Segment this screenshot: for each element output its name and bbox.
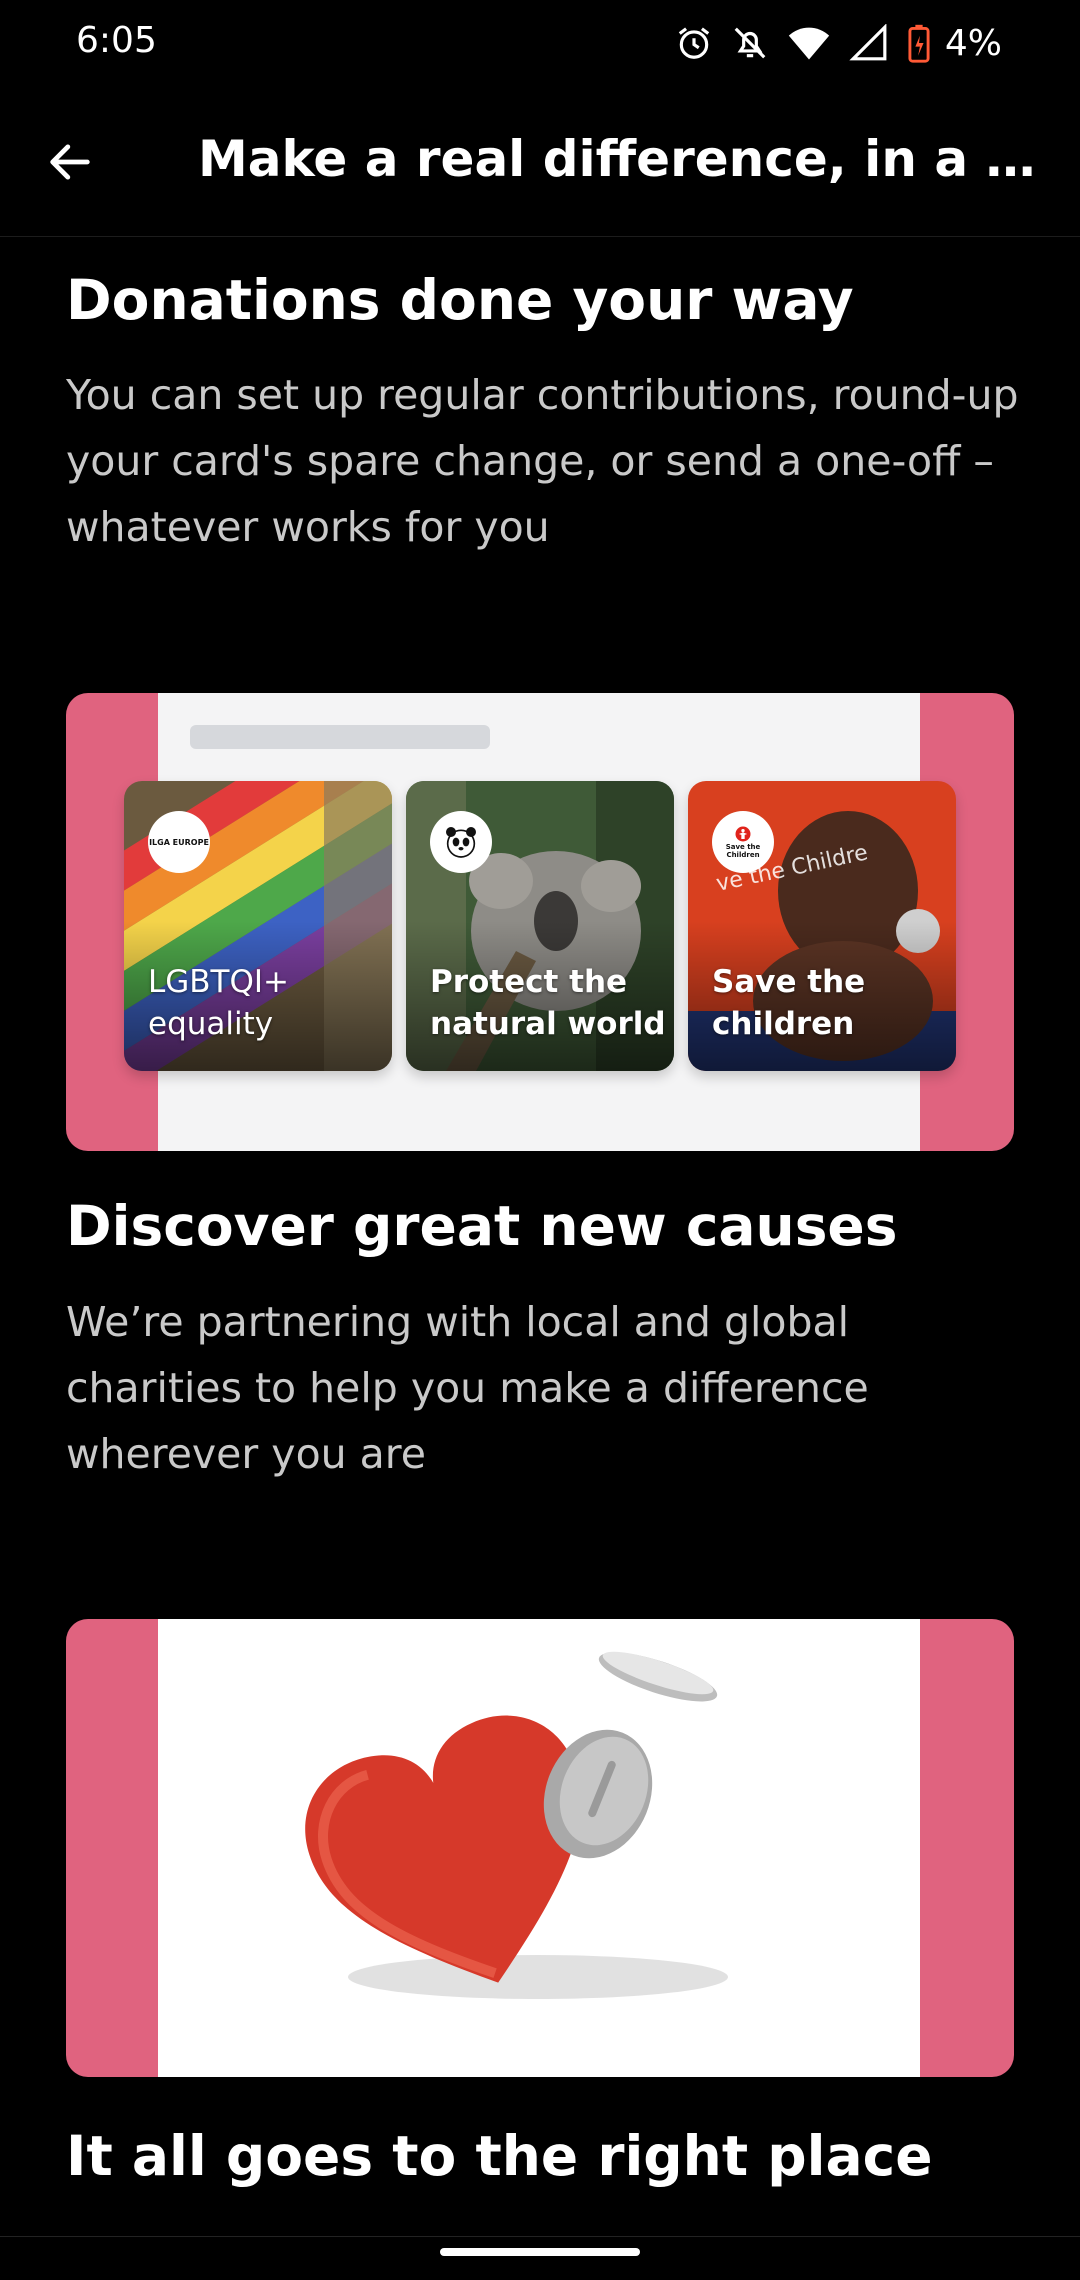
charity-label-line1: Protect the <box>430 964 628 1000</box>
section-title-causes: Discover great new causes <box>66 1194 898 1258</box>
gesture-nav-handle[interactable] <box>440 2248 640 2256</box>
figure-icon <box>735 826 751 842</box>
status-bar: 6:05 4% <box>0 0 1080 90</box>
status-time: 6:05 <box>76 20 157 61</box>
charity-label-line2: equality <box>148 1006 274 1042</box>
save-the-children-logo: Save the Children <box>712 811 774 873</box>
arrow-left-icon <box>50 144 90 180</box>
header-divider <box>0 236 1080 237</box>
page-title: Make a real difference, in a coupl… <box>198 130 1058 188</box>
charity-tile-save-the-children[interactable]: ve the Childre Save the Children Save th… <box>688 781 956 1071</box>
ilga-europe-logo: ILGA EUROPE <box>148 811 210 873</box>
charity-label-line2: natural world <box>430 1006 666 1042</box>
bottom-divider <box>0 2236 1080 2237</box>
wifi-icon <box>788 27 830 60</box>
placeholder-bar <box>190 725 490 749</box>
mute-icon <box>734 27 766 59</box>
charities-illustration-card: ILGA EUROPE LGBTQI+ equality Protect the… <box>66 693 1014 1151</box>
section-body-causes: We’re partnering with local and global c… <box>66 1298 869 1478</box>
app-bar: Make a real difference, in a coupl… <box>0 110 1080 220</box>
battery-low-icon <box>908 24 930 63</box>
charity-label-line2: children <box>712 1006 855 1042</box>
status-icons: 4% <box>675 18 1002 68</box>
section-title-donations: Donations done your way <box>66 268 854 332</box>
signal-icon <box>849 24 887 61</box>
section-title-right-place: It all goes to the right place <box>66 2124 933 2188</box>
section-body-clip: Charities get 100% of your donation with <box>0 2220 1080 2236</box>
panda-icon <box>446 827 476 858</box>
charity-tile-wwf[interactable]: Protect the natural world <box>406 781 674 1071</box>
heart-illustration-card <box>66 1619 1014 2077</box>
charity-label: Save the children <box>712 961 865 1045</box>
charity-label: LGBTQI+ equality <box>148 961 289 1045</box>
alarm-icon <box>678 27 710 59</box>
back-button[interactable] <box>30 122 110 202</box>
charity-label: Protect the natural world <box>430 961 666 1045</box>
section-body-right-place: Charities get 100% of your donation with <box>66 2220 1026 2236</box>
charity-tile-lgbtqi[interactable]: ILGA EUROPE LGBTQI+ equality <box>124 781 392 1071</box>
section-body-donations: You can set up regular contributions, ro… <box>66 371 1019 551</box>
heart-coin-illustration <box>305 1651 728 1999</box>
charity-label-line1: Save the <box>712 964 866 1000</box>
charity-label-line1: LGBTQI+ <box>148 964 290 1000</box>
save-the-children-logo-text: Save the Children <box>725 843 761 859</box>
wwf-logo <box>430 811 492 873</box>
battery-percent: 4% <box>944 22 1002 64</box>
